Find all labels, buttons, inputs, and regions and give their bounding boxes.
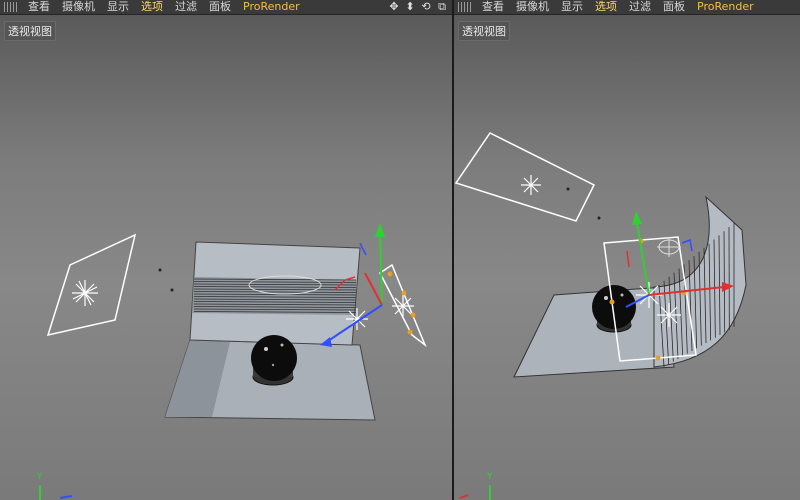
gizmo-handle[interactable] xyxy=(410,312,416,318)
gizmo-handle[interactable] xyxy=(401,290,407,296)
gizmo-handle[interactable] xyxy=(407,329,413,335)
menu-camera[interactable]: 摄像机 xyxy=(512,0,557,14)
left-scene: Y xyxy=(36,223,427,500)
gizmo-handle[interactable] xyxy=(387,271,393,277)
menu-filter[interactable]: 过滤 xyxy=(171,0,205,14)
left-viewport-menubar: 查看 摄像机 显示 选项 过滤 面板 ProRender ✥ ⬍ ⟲ ⧉ xyxy=(0,0,452,15)
world-y-axis-label: Y xyxy=(486,472,493,482)
light-target-dot xyxy=(566,187,570,191)
area-light-outline[interactable] xyxy=(454,132,596,222)
menu-prorender[interactable]: ProRender xyxy=(239,0,308,14)
menu-filter[interactable]: 过滤 xyxy=(625,0,659,14)
right-viewport-panel: 查看 摄像机 显示 选项 过滤 面板 ProRender 透视视图 Y xyxy=(454,0,800,500)
menu-display[interactable]: 显示 xyxy=(103,0,137,14)
sphere-highlight xyxy=(604,296,608,300)
light-target-dot xyxy=(597,216,601,220)
light-target-dot xyxy=(158,268,162,272)
y-axis-arrowhead[interactable] xyxy=(375,223,385,237)
toggle-layout-icon[interactable]: ⧉ xyxy=(436,0,448,14)
area-light-outline[interactable] xyxy=(46,233,137,337)
world-y-axis-label: Y xyxy=(36,472,43,482)
blue-marker xyxy=(681,238,693,252)
right-viewport-menubar: 查看 摄像机 显示 选项 过滤 面板 ProRender xyxy=(454,0,800,15)
dolly-view-icon[interactable]: ⬍ xyxy=(404,0,416,14)
x-axis-arrow[interactable] xyxy=(364,272,383,306)
menu-camera[interactable]: 摄像机 xyxy=(58,0,103,14)
menu-options[interactable]: 选项 xyxy=(591,0,625,14)
world-z-axis xyxy=(59,495,73,499)
light-target-dot xyxy=(170,288,174,292)
sphere-highlight xyxy=(271,363,275,367)
light-burst-icon[interactable] xyxy=(521,175,541,195)
sphere-highlight xyxy=(620,293,624,297)
left-viewport-panel: 查看 摄像机 显示 选项 过滤 面板 ProRender ✥ ⬍ ⟲ ⧉ 透视视… xyxy=(0,0,452,500)
world-x-axis xyxy=(459,494,469,499)
menu-prorender[interactable]: ProRender xyxy=(693,0,762,14)
menu-panel[interactable]: 面板 xyxy=(659,0,693,14)
light-burst-icon[interactable] xyxy=(657,237,681,257)
menu-display[interactable]: 显示 xyxy=(557,0,591,14)
menu-view[interactable]: 查看 xyxy=(478,0,512,14)
menu-view[interactable]: 查看 xyxy=(24,0,58,14)
y-axis-arrowhead[interactable] xyxy=(632,211,642,225)
y-axis-arrow[interactable] xyxy=(636,222,650,296)
gizmo-handle[interactable] xyxy=(609,299,615,305)
rotate-view-icon[interactable]: ⟲ xyxy=(420,0,432,14)
y-axis-arrow[interactable] xyxy=(379,232,383,306)
black-sphere[interactable] xyxy=(251,335,297,381)
left-viewport-canvas[interactable]: 透视视图 Y xyxy=(0,15,452,500)
right-viewport-canvas[interactable]: 透视视图 Y xyxy=(454,15,800,500)
sphere-highlight xyxy=(264,347,268,351)
gizmo-handle[interactable] xyxy=(655,355,661,361)
right-scene: Y xyxy=(454,132,747,500)
light-burst-icon[interactable] xyxy=(72,280,98,306)
light-burst-icon[interactable] xyxy=(392,295,414,317)
panel-grip-icon[interactable] xyxy=(4,2,18,12)
viewport-nav-icons: ✥ ⬍ ⟲ ⧉ xyxy=(388,0,452,14)
cinema4d-dual-viewports: 查看 摄像机 显示 选项 过滤 面板 ProRender ✥ ⬍ ⟲ ⧉ 透视视… xyxy=(0,0,800,500)
panel-grip-icon[interactable] xyxy=(458,2,472,12)
move-view-icon[interactable]: ✥ xyxy=(388,0,400,14)
red-marker xyxy=(626,250,630,268)
menu-options[interactable]: 选项 xyxy=(137,0,171,14)
blue-marker xyxy=(359,242,367,256)
black-sphere[interactable] xyxy=(592,285,636,329)
sphere-highlight xyxy=(280,343,284,347)
menu-panel[interactable]: 面板 xyxy=(205,0,239,14)
